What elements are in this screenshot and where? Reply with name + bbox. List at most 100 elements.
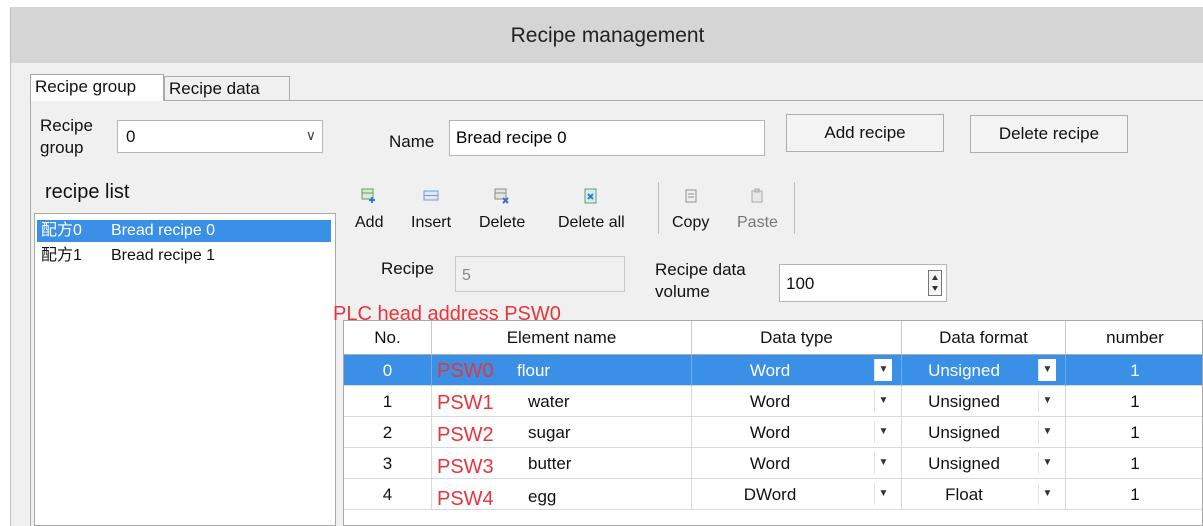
tab-recipe-group[interactable]: Recipe group: [30, 74, 164, 101]
group-select[interactable]: 0 ∨: [117, 120, 323, 153]
cell-element-name[interactable]: PSW0 flour: [432, 355, 692, 386]
element-name: flour: [517, 361, 551, 380]
chevron-down-icon[interactable]: ▼: [1038, 359, 1056, 381]
tab-recipe-data[interactable]: Recipe data: [164, 76, 290, 101]
delete-all-label: Delete all: [558, 214, 625, 231]
cell-data-type[interactable]: Word ▼: [692, 355, 902, 386]
element-name: egg: [528, 487, 557, 506]
table-row[interactable]: 3 PSW3 butter Word ▼ Unsigned ▼ 1: [344, 448, 1202, 479]
delete-all-button[interactable]: Delete all: [558, 188, 625, 232]
paste-icon: [751, 188, 763, 203]
data-format-value: Unsigned: [928, 423, 1000, 442]
column-header-element-name[interactable]: Element name: [432, 321, 692, 355]
element-name: sugar: [528, 423, 571, 442]
recipe-count-label: Recipe: [381, 259, 434, 278]
insert-label: Insert: [411, 214, 452, 231]
cell-number[interactable]: 1: [1066, 417, 1202, 448]
recipe-name: Bread recipe 1: [111, 247, 216, 264]
spin-buttons[interactable]: [928, 270, 942, 296]
column-header-no[interactable]: No.: [344, 321, 432, 355]
add-row-icon: [361, 188, 376, 203]
recipe-count-field: 5: [455, 256, 625, 292]
recipe-list[interactable]: 配方0 Bread recipe 0 配方1 Bread recipe 1: [34, 213, 336, 526]
chevron-down-icon[interactable]: ▼: [1038, 390, 1056, 412]
cell-data-format[interactable]: Unsigned ▼: [902, 355, 1066, 386]
cell-data-type[interactable]: Word ▼: [692, 386, 902, 417]
recipe-data-table[interactable]: No. Element name Data type Data format n…: [343, 320, 1203, 526]
cell-data-format[interactable]: Unsigned ▼: [902, 417, 1066, 448]
address-annotation: PSW4: [437, 488, 494, 510]
cell-element-name[interactable]: PSW4 egg: [432, 479, 692, 510]
cell-no: 2: [344, 417, 432, 448]
data-volume-label: Recipe data volume: [655, 260, 746, 301]
spin-up-icon[interactable]: [932, 275, 938, 280]
chevron-down-icon: ∨: [305, 127, 316, 143]
copy-icon: [685, 189, 697, 203]
insert-row-button[interactable]: Insert: [411, 188, 451, 232]
copy-label: Copy: [672, 214, 710, 231]
cell-data-type[interactable]: Word ▼: [692, 448, 902, 479]
cell-no: 0: [344, 355, 432, 386]
table-row[interactable]: 2 PSW2 sugar Word ▼ Unsigned ▼ 1: [344, 417, 1202, 448]
table-row[interactable]: 1 PSW1 water Word ▼ Unsigned ▼ 1: [344, 386, 1202, 417]
insert-row-icon: [423, 190, 439, 201]
cell-number[interactable]: 1: [1066, 386, 1202, 417]
title-bar[interactable]: Recipe management: [11, 7, 1203, 63]
cell-number[interactable]: 1: [1066, 355, 1202, 386]
recipe-code: 配方1: [41, 247, 82, 264]
window-title: Recipe management: [510, 24, 705, 47]
cell-no: 1: [344, 386, 432, 417]
spin-down-icon[interactable]: [932, 286, 938, 291]
cell-number[interactable]: 1: [1066, 448, 1202, 479]
delete-row-button[interactable]: Delete: [479, 188, 525, 232]
chevron-down-icon[interactable]: ▼: [1038, 483, 1056, 505]
add-row-button[interactable]: Add: [355, 188, 383, 232]
chevron-down-icon[interactable]: ▼: [1038, 452, 1056, 474]
column-header-data-format[interactable]: Data format: [902, 321, 1066, 355]
cell-element-name[interactable]: PSW1 water: [432, 386, 692, 417]
cell-element-name[interactable]: PSW3 butter: [432, 448, 692, 479]
cell-data-format[interactable]: Float ▼: [902, 479, 1066, 510]
list-item-recipe-0[interactable]: 配方0 Bread recipe 0: [37, 220, 331, 242]
recipe-code: 配方0: [41, 222, 82, 239]
chevron-down-icon[interactable]: ▼: [1038, 421, 1056, 443]
column-header-data-type[interactable]: Data type: [692, 321, 902, 355]
paste-button[interactable]: Paste: [737, 188, 778, 232]
recipe-name: Bread recipe 0: [111, 222, 216, 239]
cell-data-type[interactable]: DWord ▼: [692, 479, 902, 510]
table-row[interactable]: 0 PSW0 flour Word ▼ Unsigned ▼ 1: [344, 355, 1202, 386]
chevron-down-icon[interactable]: ▼: [874, 359, 892, 381]
recipe-list-title: recipe list: [45, 181, 130, 203]
delete-label: Delete: [479, 214, 526, 231]
data-type-value: Word: [749, 361, 791, 380]
data-type-value: DWord: [743, 485, 797, 504]
cell-data-format[interactable]: Unsigned ▼: [902, 448, 1066, 479]
add-recipe-button[interactable]: Add recipe: [786, 114, 944, 152]
list-item-recipe-1[interactable]: 配方1 Bread recipe 1: [37, 245, 331, 267]
data-volume-value: 100: [786, 274, 815, 293]
data-volume-stepper[interactable]: 100: [779, 264, 947, 302]
element-name: butter: [528, 454, 572, 473]
group-value: 0: [126, 127, 136, 146]
cell-element-name[interactable]: PSW2 sugar: [432, 417, 692, 448]
delete-row-icon: [494, 188, 509, 204]
cell-number[interactable]: 1: [1066, 479, 1202, 510]
delete-recipe-button[interactable]: Delete recipe: [970, 115, 1128, 153]
chevron-down-icon[interactable]: ▼: [874, 483, 892, 505]
cell-data-type[interactable]: Word ▼: [692, 417, 902, 448]
chevron-down-icon[interactable]: ▼: [874, 421, 892, 443]
chevron-down-icon[interactable]: ▼: [874, 452, 892, 474]
add-label: Add: [355, 214, 384, 231]
name-input[interactable]: [449, 120, 765, 156]
copy-button[interactable]: Copy: [672, 188, 709, 232]
data-type-value: Word: [749, 423, 791, 442]
data-type-value: Word: [749, 454, 791, 473]
chevron-down-icon[interactable]: ▼: [874, 390, 892, 412]
address-annotation: PSW0: [437, 360, 494, 382]
table-row[interactable]: 4 PSW4 egg DWord ▼ Float ▼ 1: [344, 479, 1202, 510]
address-annotation: PSW1: [437, 392, 494, 414]
column-header-number[interactable]: number: [1066, 321, 1202, 355]
data-format-value: Unsigned: [928, 361, 1000, 380]
cell-no: 4: [344, 479, 432, 510]
cell-data-format[interactable]: Unsigned ▼: [902, 386, 1066, 417]
